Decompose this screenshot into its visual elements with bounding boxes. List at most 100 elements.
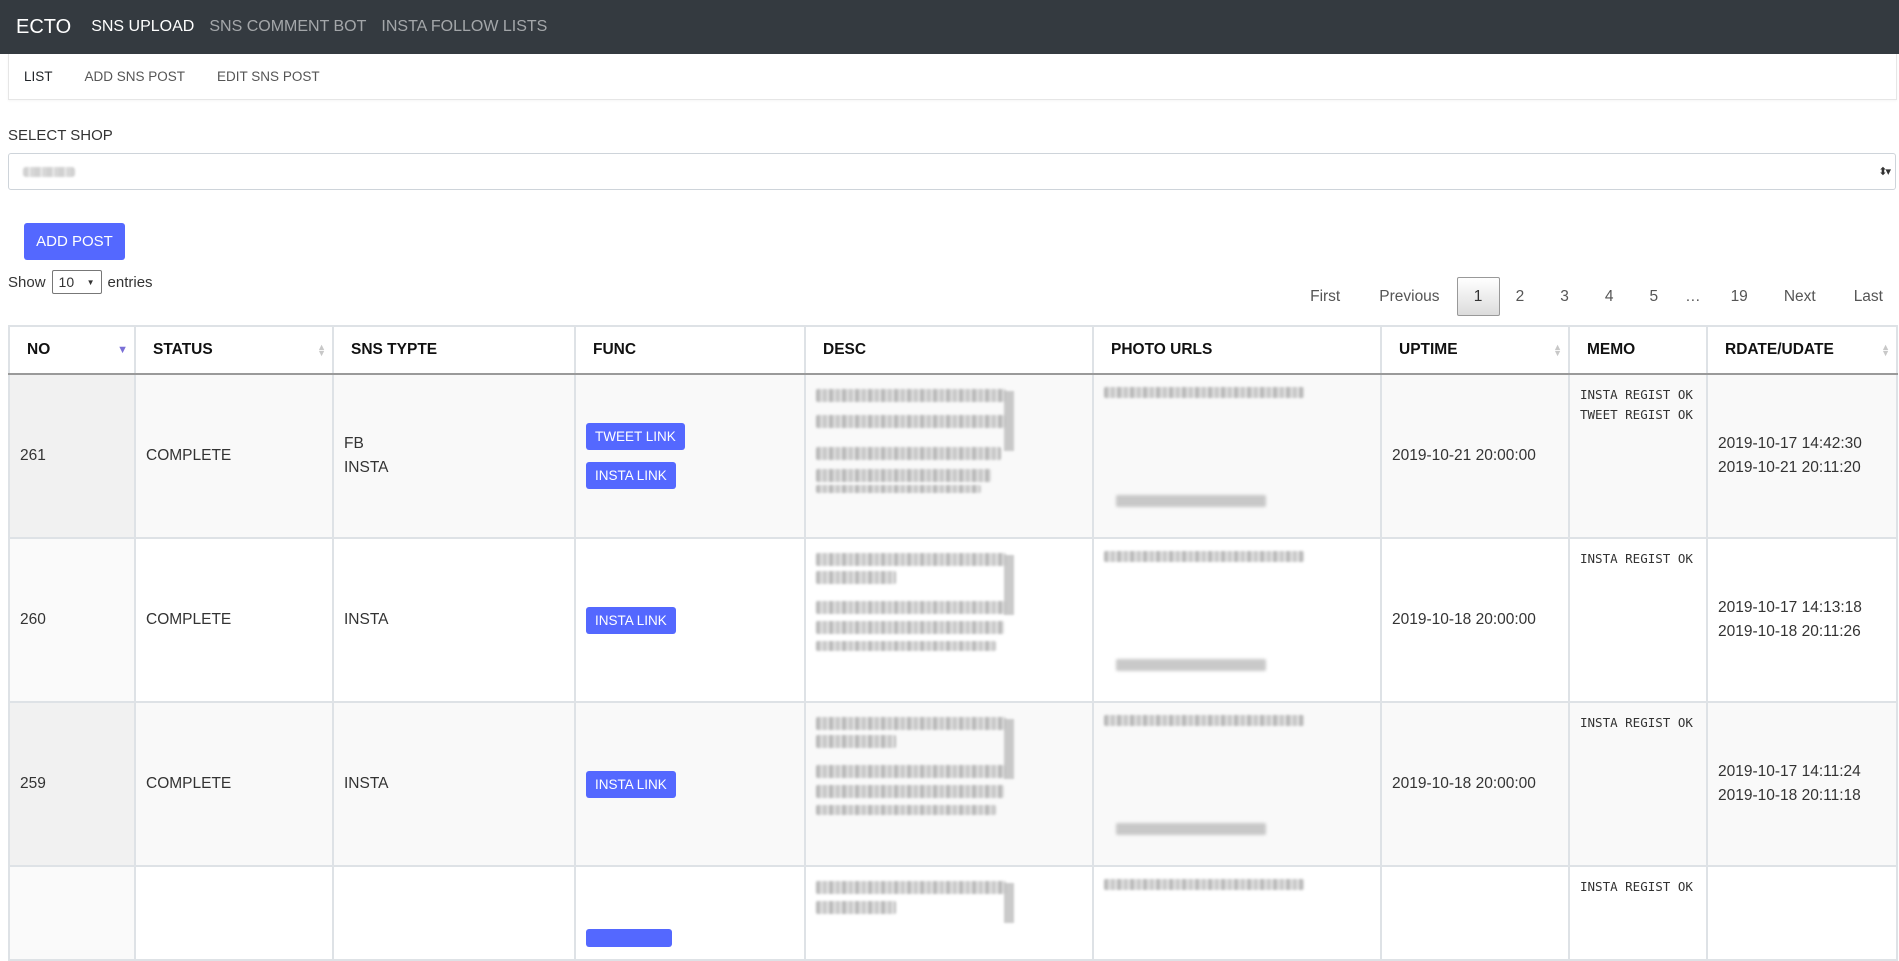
col-memo: MEMO [1568,325,1708,375]
sns-type-item: INSTA [344,459,389,476]
add-post-button[interactable]: ADD POST [24,223,125,260]
page-previous[interactable]: Previous [1379,288,1439,306]
sns-type-item: INSTA [344,775,389,792]
tab-list[interactable]: LIST [24,69,53,84]
page-ellipsis: … [1685,287,1701,305]
cell-status [134,865,334,961]
col-no[interactable]: NO ▼ [8,325,136,375]
cell-memo: INSTA REGIST OK [1568,865,1708,961]
insta-link-button[interactable]: INSTA LINK [586,462,676,489]
cell-no: 259 [8,701,136,867]
col-photo-urls-label: PHOTO URLS [1111,341,1213,358]
nav-sns-comment-bot[interactable]: SNS COMMENT BOT [209,18,366,36]
cell-photo-urls-redacted [1092,537,1382,703]
page-2[interactable]: 2 [1516,288,1525,306]
cell-no: 261 [8,373,136,539]
cell-rdate-udate: 2019-10-17 14:42:30 2019-10-21 20:11:20 [1706,373,1898,539]
cell-desc-redacted [804,865,1094,961]
cell-photo-urls-redacted [1092,373,1382,539]
tweet-link-button[interactable]: TWEET LINK [586,423,685,450]
col-sns-type-label: SNS TYPTE [351,341,438,358]
page-3[interactable]: 3 [1560,288,1569,306]
sort-icon: ▲ ▼ [1553,342,1562,358]
cell-func: INSTA LINK [574,701,806,867]
page-4[interactable]: 4 [1605,288,1614,306]
udate: 2019-10-18 20:11:26 [1718,623,1861,640]
table-controls: Show 10 ▼ entries First Previous 1 2 3 4… [0,260,1899,322]
sub-tabs: LIST ADD SNS POST EDIT SNS POST [8,54,1897,100]
page-1[interactable]: 1 [1456,277,1500,316]
col-uptime[interactable]: UPTIME ▲ ▼ [1380,325,1570,375]
show-label: Show [8,273,46,291]
blurred-desc-textarea[interactable] [816,877,1016,937]
cell-photo-urls-redacted [1092,701,1382,867]
col-desc: DESC [804,325,1094,375]
tab-add-sns-post[interactable]: ADD SNS POST [85,69,186,84]
cell-desc-redacted [804,701,1094,867]
page-19[interactable]: 19 [1731,288,1748,306]
memo-line: INSTA REGIST OK [1580,879,1693,894]
tab-edit-sns-post[interactable]: EDIT SNS POST [217,69,320,84]
cell-status: COMPLETE [134,537,334,703]
col-no-label: NO [27,341,51,358]
udate: 2019-10-18 20:11:18 [1718,787,1861,804]
col-uptime-label: UPTIME [1399,341,1458,358]
blurred-desc-textarea[interactable] [816,385,1016,525]
cell-func [574,865,806,961]
cell-rdate-udate: 2019-10-17 14:13:18 2019-10-18 20:11:26 [1706,537,1898,703]
table-header-row: NO ▼ STATUS ▲ ▼ SNS TYPTE FUNC DESC PHOTO U… [8,325,1898,375]
col-memo-label: MEMO [1587,341,1636,358]
col-sns-type: SNS TYPTE [332,325,576,375]
udate: 2019-10-21 20:11:20 [1718,459,1861,476]
blurred-photo-urls-textarea[interactable] [1104,385,1304,525]
sns-post-table: NO ▼ STATUS ▲ ▼ SNS TYPTE FUNC DESC PHOTO U… [8,325,1898,961]
table-row: 260 COMPLETE INSTA INSTA LINK 2019-10-18… [8,537,1898,703]
show-entries: Show 10 ▼ entries [8,270,153,294]
blurred-photo-urls-textarea[interactable] [1104,713,1304,853]
cell-desc-redacted [804,537,1094,703]
cell-photo-urls-redacted [1092,865,1382,961]
entries-label: entries [107,273,153,291]
cell-uptime [1380,865,1570,961]
cell-sns-type: INSTA [332,701,576,867]
blurred-desc-textarea[interactable] [816,713,1016,853]
rdate: 2019-10-17 14:13:18 [1718,599,1862,616]
cell-desc-redacted [804,373,1094,539]
link-button-partial[interactable] [586,929,672,947]
memo-line: INSTA REGIST OK [1580,715,1693,730]
page-5[interactable]: 5 [1649,288,1658,306]
col-status[interactable]: STATUS ▲ ▼ [134,325,334,375]
brand-logo[interactable]: ECTO [16,16,71,39]
nav-sns-upload[interactable]: SNS UPLOAD [91,18,194,36]
blurred-photo-urls-textarea[interactable] [1104,877,1304,937]
cell-no [8,865,136,961]
col-photo-urls: PHOTO URLS [1092,325,1382,375]
cell-sns-type: INSTA [332,537,576,703]
top-navbar: ECTO SNS UPLOAD SNS COMMENT BOT INSTA FO… [0,0,1899,54]
sort-icon: ▲ ▼ [317,342,326,358]
col-func-label: FUNC [593,341,637,358]
table-row: INSTA REGIST OK [8,865,1898,961]
cell-uptime: 2019-10-18 20:00:00 [1380,701,1570,867]
nav-insta-follow-lists[interactable]: INSTA FOLLOW LISTS [381,18,547,36]
cell-sns-type: FB INSTA [332,373,576,539]
blurred-photo-urls-textarea[interactable] [1104,549,1304,689]
page-last[interactable]: Last [1854,288,1883,306]
insta-link-button[interactable]: INSTA LINK [586,606,676,634]
cell-status: COMPLETE [134,701,334,867]
cell-rdate-udate [1706,865,1898,961]
page-first[interactable]: First [1310,288,1340,306]
select-shop-label: SELECT SHOP [8,127,113,144]
blurred-desc-textarea[interactable] [816,549,1016,689]
rdate: 2019-10-17 14:11:24 [1718,763,1861,780]
sort-icon: ▲ ▼ [1881,342,1890,358]
insta-link-button[interactable]: INSTA LINK [586,770,676,798]
shop-select[interactable]: ⬍▾ [8,153,1896,190]
cell-uptime: 2019-10-21 20:00:00 [1380,373,1570,539]
cell-status: COMPLETE [134,373,334,539]
col-rdate-udate-label: RDATE/UDATE [1725,341,1834,358]
col-rdate-udate[interactable]: RDATE/UDATE ▲ ▼ [1706,325,1898,375]
page-next[interactable]: Next [1784,288,1816,306]
entries-select[interactable]: 10 ▼ [51,270,102,294]
memo-line: INSTA REGIST OK [1580,551,1693,566]
